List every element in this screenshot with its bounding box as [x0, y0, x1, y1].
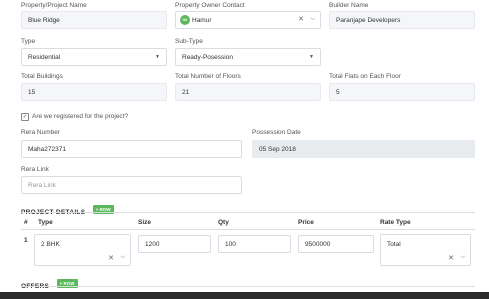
rera-number-input[interactable]: Maha272371: [21, 140, 242, 158]
col-rate-type-header: Rate Type: [380, 219, 411, 226]
caret-down-icon: ▼: [155, 54, 160, 60]
divider: [21, 286, 475, 287]
total-buildings-input[interactable]: 15: [21, 83, 167, 101]
total-floors-input[interactable]: 21: [175, 83, 321, 101]
type-value: Residential: [28, 53, 61, 61]
owner-contact-value: Hamur: [192, 16, 212, 24]
col-size-header: Size: [138, 219, 152, 226]
row-type-value: 2 BHK: [41, 241, 60, 248]
row-rate-type-select[interactable]: Total ✕ ⌵: [380, 234, 471, 266]
total-buildings-label: Total Buildings: [21, 73, 63, 80]
col-index-header: #: [24, 219, 28, 226]
rera-registered-label: Are we registered for the project?: [32, 113, 129, 120]
col-type-header: Type: [38, 219, 53, 226]
row-qty-input[interactable]: 100: [218, 235, 291, 253]
clear-icon[interactable]: ✕: [448, 254, 454, 262]
type-label: Type: [21, 38, 36, 45]
property-name-input[interactable]: Blue Ridge: [21, 11, 167, 29]
owner-contact-label: Property Owner Contact: [175, 2, 245, 9]
row-price-input[interactable]: 9500000: [298, 235, 374, 253]
offers-header: OFFERS + ROW: [21, 275, 78, 293]
clear-icon[interactable]: ✕: [298, 15, 304, 23]
property-name-label: Property/Project Name: [21, 2, 87, 9]
rera-registered-checkbox[interactable]: ✓: [21, 113, 29, 121]
owner-avatar: HA: [180, 15, 190, 25]
row-index: 1: [24, 237, 28, 244]
col-price-header: Price: [298, 219, 314, 226]
possession-date-input[interactable]: 05 Sep 2018: [252, 140, 475, 158]
row-rate-type-value: Total: [387, 241, 401, 248]
caret-down-icon: ▼: [309, 54, 314, 60]
builder-name-label: Builder Name: [329, 2, 369, 9]
divider: [21, 229, 475, 230]
type-select[interactable]: Residential ▼: [21, 48, 167, 66]
subtype-label: Sub-Type: [175, 38, 203, 45]
bottom-bar: [0, 292, 489, 299]
rera-number-label: Rera Number: [21, 129, 61, 136]
builder-name-input[interactable]: Paranjape Developers: [329, 11, 475, 29]
chevron-down-icon[interactable]: ⌵: [120, 254, 125, 261]
divider: [21, 212, 475, 213]
total-floors-label: Total Number of Floors: [175, 73, 241, 80]
chevron-down-icon[interactable]: ⌵: [310, 16, 315, 23]
rera-link-label: Rera Link: [21, 166, 49, 173]
project-details-header: PROJECT DETAILS + ROW: [21, 201, 114, 219]
flats-per-floor-input[interactable]: 5: [329, 83, 475, 101]
chevron-down-icon[interactable]: ⌵: [460, 254, 465, 261]
subtype-select[interactable]: Ready-Posession ▼: [175, 48, 321, 66]
flats-per-floor-label: Total Flats on Each Floor: [329, 73, 401, 80]
row-type-select[interactable]: 2 BHK ✕ ⌵: [34, 234, 131, 266]
rera-link-placeholder: Rera Link: [28, 181, 56, 189]
clear-icon[interactable]: ✕: [108, 254, 114, 262]
rera-link-input[interactable]: Rera Link: [21, 176, 242, 194]
possession-date-label: Possession Date: [252, 129, 301, 136]
col-qty-header: Qty: [218, 219, 229, 226]
row-size-input[interactable]: 1200: [138, 235, 211, 253]
owner-contact-select[interactable]: HA Hamur ✕ ⌵: [175, 11, 321, 29]
subtype-value: Ready-Posession: [182, 53, 233, 61]
